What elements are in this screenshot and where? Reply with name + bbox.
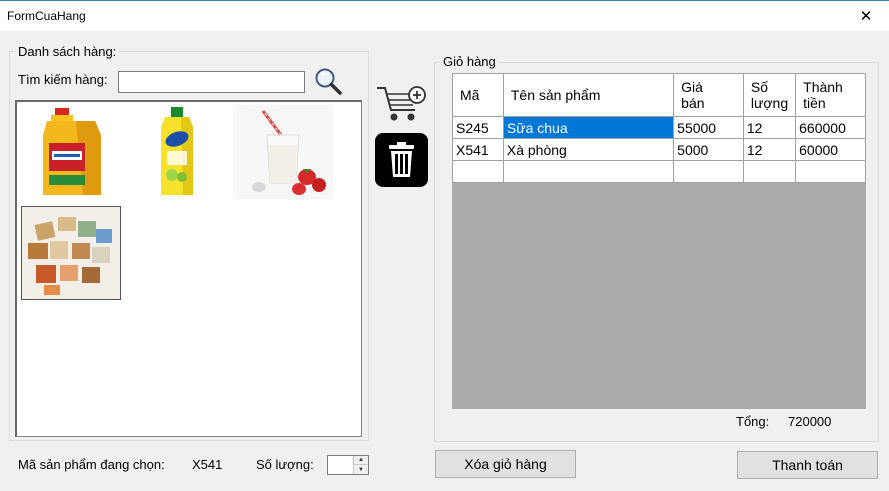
remove-from-cart-button[interactable]: [375, 133, 428, 187]
cart-group-label: Giỏ hàng: [441, 54, 498, 69]
table-row[interactable]: X541 Xà phòng 5000 12 60000: [452, 138, 866, 161]
column-header-code[interactable]: Mã: [452, 73, 504, 117]
table-cell[interactable]: 60000: [795, 138, 866, 161]
total-label: Tổng:: [736, 414, 770, 429]
cart-header-row: Mã Tên sản phẩm Giá bán Số lượng Thành t…: [452, 73, 866, 117]
table-cell[interactable]: [502, 160, 675, 183]
product-thumb-yogurt[interactable]: [233, 105, 333, 199]
table-cell[interactable]: Xà phòng: [502, 138, 675, 161]
window-title: FormCuaHang: [7, 9, 86, 23]
checkout-button[interactable]: Thanh toán: [737, 451, 878, 479]
cart-grid[interactable]: Mã Tên sản phẩm Giá bán Số lượng Thành t…: [452, 73, 866, 409]
table-cell[interactable]: 12: [742, 116, 797, 139]
table-cell[interactable]: 12: [742, 138, 797, 161]
column-header-total[interactable]: Thành tiền: [795, 73, 866, 117]
table-cell[interactable]: [742, 160, 797, 183]
stepper-down-icon[interactable]: ▼: [354, 465, 368, 474]
selected-code-label: Mã sản phẩm đang chọn:: [18, 457, 165, 472]
title-bar: FormCuaHang ✕: [0, 0, 889, 31]
product-thumb-soap[interactable]: [21, 206, 121, 300]
clear-cart-button[interactable]: Xóa giỏ hàng: [435, 450, 576, 478]
quantity-label: Số lượng:: [256, 457, 314, 472]
cart-table: Mã Tên sản phẩm Giá bán Số lượng Thành t…: [452, 73, 866, 183]
selected-code-value: X541: [192, 457, 223, 472]
search-label: Tìm kiếm hàng:: [18, 72, 108, 87]
quantity-stepper[interactable]: ▲ ▼: [327, 455, 369, 475]
table-cell[interactable]: [673, 160, 744, 183]
table-row-new[interactable]: [452, 160, 866, 183]
column-header-name[interactable]: Tên sản phẩm: [502, 73, 675, 117]
total-value: 720000: [788, 414, 832, 429]
trash-icon: [389, 142, 414, 177]
search-icon[interactable]: [313, 66, 343, 96]
product-group-label: Danh sách hàng:: [16, 44, 119, 59]
table-cell[interactable]: 5000: [673, 138, 744, 161]
stepper-arrows[interactable]: ▲ ▼: [353, 456, 368, 474]
table-cell[interactable]: [452, 160, 504, 183]
stepper-up-icon[interactable]: ▲: [354, 456, 368, 465]
product-thumb-oil[interactable]: [21, 105, 121, 199]
column-header-quantity[interactable]: Số lượng: [742, 73, 797, 117]
table-cell[interactable]: 660000: [795, 116, 866, 139]
table-cell[interactable]: 55000: [673, 116, 744, 139]
table-cell[interactable]: [795, 160, 866, 183]
close-icon[interactable]: ✕: [843, 1, 889, 31]
table-cell[interactable]: S245: [452, 116, 504, 139]
table-row[interactable]: S245 Sữa chua 55000 12 660000: [452, 116, 866, 139]
product-list[interactable]: [15, 100, 362, 437]
table-cell[interactable]: X541: [452, 138, 504, 161]
add-to-cart-icon[interactable]: [375, 80, 430, 125]
column-header-price[interactable]: Giá bán: [673, 73, 744, 117]
table-cell[interactable]: Sữa chua: [502, 116, 675, 139]
product-thumb-dish-soap[interactable]: [127, 105, 227, 199]
search-input[interactable]: [118, 71, 305, 93]
